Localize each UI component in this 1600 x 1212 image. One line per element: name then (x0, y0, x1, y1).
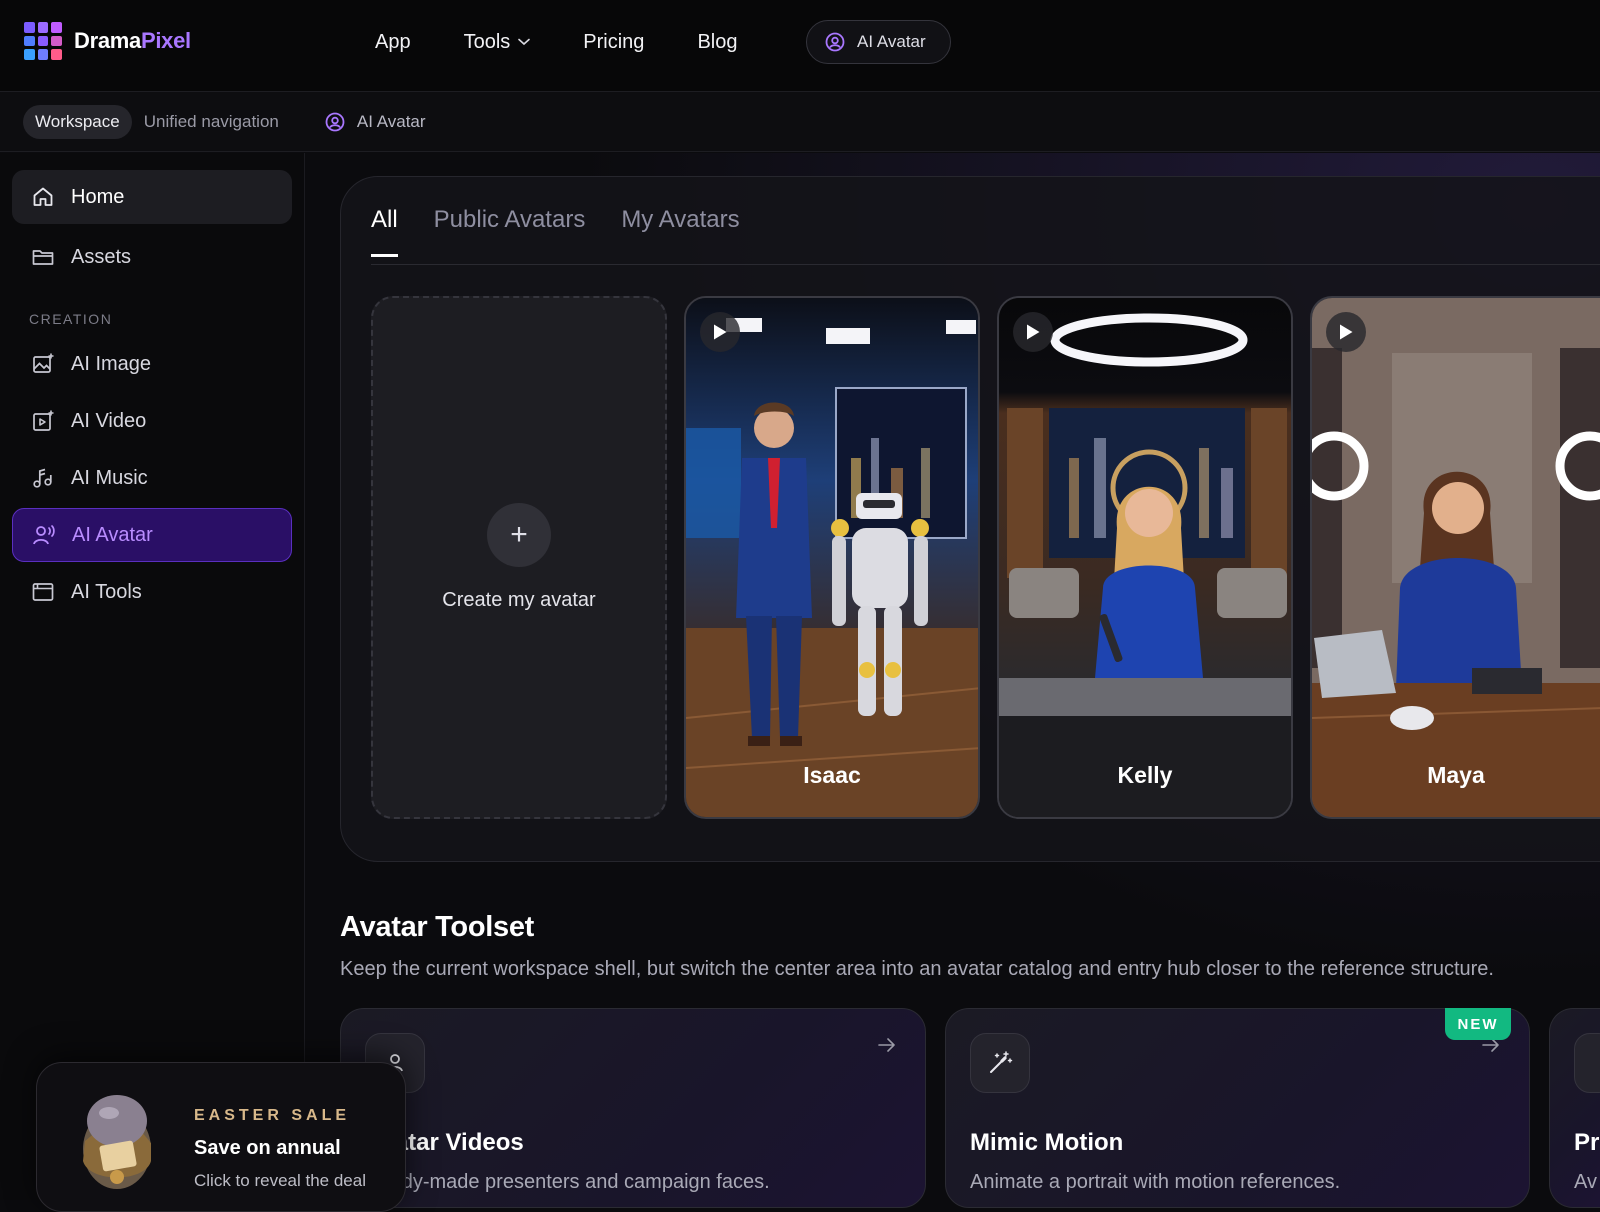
brand-name: DramaPixel (74, 28, 191, 54)
avatar-name: Maya (1427, 762, 1485, 788)
sidebar-item-label: AI Image (71, 352, 152, 375)
section-description: Keep the current workspace shell, but sw… (340, 958, 1494, 980)
sidebar-item-label: Home (71, 185, 125, 208)
catalog-tabs: All Public Avatars My Avatars (371, 206, 740, 257)
avatar-name: Kelly (1117, 762, 1173, 788)
music-note-icon (33, 468, 52, 488)
easter-sale-promo[interactable]: EASTER SALE Save on annual Click to reve… (36, 1062, 406, 1212)
easter-egg-icon (83, 1095, 151, 1189)
sidebar-item-label: AI Avatar (72, 523, 153, 546)
chevron-down-icon (518, 38, 531, 46)
tool-card-title: Mimic Motion (970, 1129, 1124, 1156)
avatar-card-maya[interactable]: Maya (1310, 296, 1600, 819)
sidebar-item-ai-avatar[interactable]: AI Avatar (12, 508, 292, 562)
avatar-thumbnail (686, 298, 978, 817)
play-icon[interactable] (1013, 312, 1053, 352)
avatar-card-kelly[interactable]: Kelly (997, 296, 1293, 819)
create-avatar-label: Create my avatar (442, 589, 596, 611)
section-title: Avatar Toolset (340, 911, 535, 943)
sidebar-section-creation: CREATION (29, 311, 113, 327)
tab-my-avatars[interactable]: My Avatars (621, 206, 739, 257)
plus-icon: + (487, 503, 551, 567)
nav-ai-avatar-label: AI Avatar (857, 32, 926, 51)
sidebar-item-label: AI Music (71, 466, 148, 489)
tool-card-description: Ready-made presenters and campaign faces… (365, 1171, 770, 1193)
unified-navigation-label: Unified navigation (143, 111, 279, 131)
brand-part-2: Pixel (140, 28, 191, 53)
nav-tools[interactable]: Tools (464, 31, 531, 54)
avatar-voice-icon (33, 525, 55, 545)
tab-divider (371, 264, 1600, 265)
promo-kicker: EASTER SALE (194, 1107, 351, 1124)
logo[interactable]: DramaPixel (24, 22, 191, 60)
avatar-card-isaac[interactable]: Isaac (684, 296, 980, 819)
avatar-thumbnail (1312, 298, 1600, 817)
window-icon (32, 583, 54, 601)
home-icon (33, 187, 53, 206)
tool-card-partial[interactable]: Pr Av (1549, 1008, 1600, 1208)
avatar-thumbnail (999, 298, 1291, 817)
nav-blog[interactable]: Blog (697, 31, 737, 54)
create-avatar-card[interactable]: + Create my avatar (371, 296, 667, 819)
tool-card-description: Av (1574, 1171, 1597, 1193)
tool-icon (1574, 1033, 1600, 1093)
sidebar-item-home[interactable]: Home (12, 170, 292, 224)
top-navbar: DramaPixel App Tools Pricing Blog AI Ava… (0, 0, 1600, 92)
workspace-bar: Workspace Unified navigation AI Avatar (0, 92, 1600, 152)
tool-card-avatar-videos[interactable]: Avatar Videos Ready-made presenters and … (340, 1008, 926, 1208)
breadcrumb-current: AI Avatar (356, 111, 426, 131)
sidebar-item-label: AI Video (71, 409, 147, 432)
sidebar: Home Assets CREATION AI Image AI Video A… (0, 153, 305, 1200)
promo-title: Save on annual (194, 1137, 341, 1159)
video-plus-icon (33, 410, 54, 431)
play-icon[interactable] (700, 312, 740, 352)
sidebar-item-ai-music[interactable]: AI Music (12, 451, 292, 505)
folder-icon (32, 250, 54, 265)
tab-all[interactable]: All (371, 206, 398, 257)
image-sparkle-icon (33, 353, 54, 373)
avatar-circle-icon (825, 32, 845, 52)
logo-grid-icon (24, 22, 62, 60)
new-badge: NEW (1445, 1008, 1511, 1040)
sidebar-item-ai-image[interactable]: AI Image (12, 337, 292, 391)
nav-app[interactable]: App (375, 31, 411, 54)
tab-public-avatars[interactable]: Public Avatars (434, 206, 586, 257)
brand-part-1: Drama (74, 28, 141, 53)
sidebar-item-label: Assets (71, 245, 132, 268)
tool-card-mimic-motion[interactable]: Mimic Motion Animate a portrait with mot… (945, 1008, 1530, 1208)
arrow-right-icon (878, 1038, 895, 1052)
sidebar-item-label: AI Tools (71, 580, 142, 603)
tool-card-title: Pr (1574, 1129, 1600, 1156)
nav-ai-avatar-button[interactable]: AI Avatar (806, 20, 951, 64)
workspace-chip[interactable]: Workspace (23, 104, 132, 139)
tool-card-description: Animate a portrait with motion reference… (970, 1171, 1341, 1193)
main-nav: App Tools Pricing Blog (375, 0, 790, 84)
nav-tools-label: Tools (463, 30, 511, 53)
sidebar-item-assets[interactable]: Assets (12, 230, 292, 284)
sidebar-item-ai-tools[interactable]: AI Tools (12, 565, 292, 619)
nav-pricing[interactable]: Pricing (583, 31, 644, 54)
sidebar-item-ai-video[interactable]: AI Video (12, 394, 292, 448)
promo-subtitle: Click to reveal the deal (194, 1171, 366, 1190)
magic-wand-icon (970, 1033, 1030, 1093)
avatar-circle-icon (325, 112, 345, 131)
avatar-name: Isaac (803, 762, 861, 788)
play-icon[interactable] (1326, 312, 1366, 352)
breadcrumb: AI Avatar (325, 112, 426, 132)
